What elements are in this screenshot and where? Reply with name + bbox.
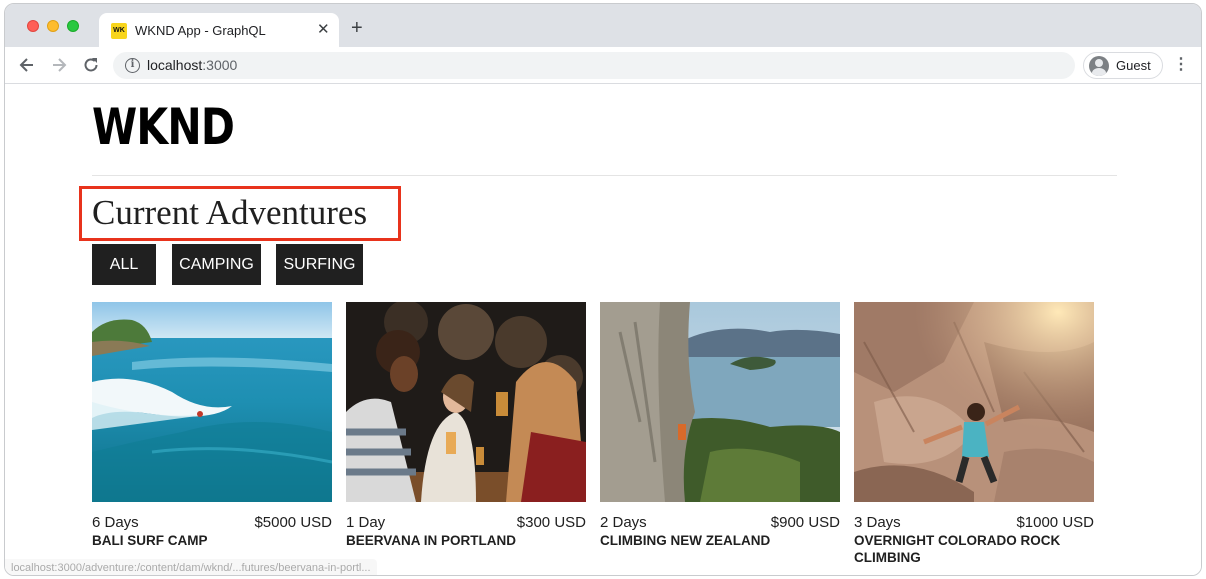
- reload-icon[interactable]: [81, 55, 101, 75]
- filter-surfing-button[interactable]: SURFING: [276, 244, 363, 285]
- adventure-title[interactable]: BEERVANA IN PORTLAND: [346, 532, 586, 549]
- header-divider: [92, 175, 1117, 176]
- site-info-icon[interactable]: i: [125, 58, 140, 73]
- page-title: Current Adventures: [92, 193, 368, 232]
- adventure-days: 3 Days: [854, 514, 901, 531]
- profile-label: Guest: [1116, 58, 1151, 73]
- rock-climber-image[interactable]: [854, 302, 1094, 502]
- wknd-favicon-icon: WK: [111, 23, 127, 39]
- filter-all-button[interactable]: ALL: [92, 244, 156, 285]
- adventure-card[interactable]: 3 Days $1000 USD OVERNIGHT COLORADO ROCK…: [854, 302, 1094, 566]
- browser-tab[interactable]: WK WKND App - GraphQL ✕: [99, 13, 339, 47]
- window-close-button[interactable]: [27, 20, 39, 32]
- status-bar-url: localhost:3000/adventure:/content/dam/wk…: [5, 559, 377, 575]
- adventure-price: $900 USD: [770, 514, 840, 531]
- adventure-meta: 3 Days $1000 USD: [854, 512, 1094, 532]
- adventure-price: $1000 USD: [1016, 514, 1094, 531]
- profile-avatar-icon: [1089, 56, 1109, 76]
- adventure-title[interactable]: BALI SURF CAMP: [92, 532, 332, 549]
- site-logo[interactable]: WKND: [92, 99, 235, 155]
- browser-window: WK WKND App - GraphQL ✕ + i localhost:30…: [4, 3, 1202, 576]
- surf-wave-image[interactable]: [92, 302, 332, 502]
- browser-toolbar: i localhost:3000 Guest ⋮: [5, 47, 1201, 84]
- adventure-price: $5000 USD: [254, 514, 332, 531]
- adventure-days: 2 Days: [600, 514, 647, 531]
- more-menu-icon[interactable]: ⋮: [1173, 55, 1189, 75]
- adventure-card[interactable]: 1 Day $300 USD BEERVANA IN PORTLAND: [346, 302, 586, 549]
- url-text: localhost:3000: [147, 57, 237, 73]
- window-minimize-button[interactable]: [47, 20, 59, 32]
- url-port: :3000: [202, 57, 238, 73]
- adventure-card[interactable]: 6 Days $5000 USD BALI SURF CAMP: [92, 302, 332, 549]
- new-tab-icon[interactable]: +: [351, 16, 363, 40]
- adventure-days: 6 Days: [92, 514, 139, 531]
- page-content: WKND Current Adventures ALL CAMPING SURF…: [5, 85, 1201, 575]
- cliff-lake-image[interactable]: [600, 302, 840, 502]
- adventure-price: $300 USD: [516, 514, 586, 531]
- adventure-card[interactable]: 2 Days $900 USD CLIMBING NEW ZEALAND: [600, 302, 840, 549]
- tab-close-icon[interactable]: ✕: [317, 20, 330, 40]
- url-host: localhost: [147, 57, 203, 73]
- adventure-meta: 1 Day $300 USD: [346, 512, 586, 532]
- tab-title: WKND App - GraphQL: [135, 23, 266, 38]
- pub-friends-image[interactable]: [346, 302, 586, 502]
- adventure-meta: 2 Days $900 USD: [600, 512, 840, 532]
- window-maximize-button[interactable]: [67, 20, 79, 32]
- profile-button[interactable]: Guest: [1083, 52, 1163, 79]
- tab-strip: WK WKND App - GraphQL ✕ +: [5, 4, 1201, 47]
- adventure-days: 1 Day: [346, 514, 386, 531]
- back-arrow-icon[interactable]: [17, 55, 37, 75]
- address-bar[interactable]: i localhost:3000: [113, 52, 1075, 79]
- adventure-title[interactable]: CLIMBING NEW ZEALAND: [600, 532, 840, 549]
- forward-arrow-icon[interactable]: [49, 55, 69, 75]
- filter-camping-button[interactable]: CAMPING: [172, 244, 261, 285]
- adventure-meta: 6 Days $5000 USD: [92, 512, 332, 532]
- adventure-title[interactable]: OVERNIGHT COLORADO ROCK CLIMBING: [854, 532, 1094, 566]
